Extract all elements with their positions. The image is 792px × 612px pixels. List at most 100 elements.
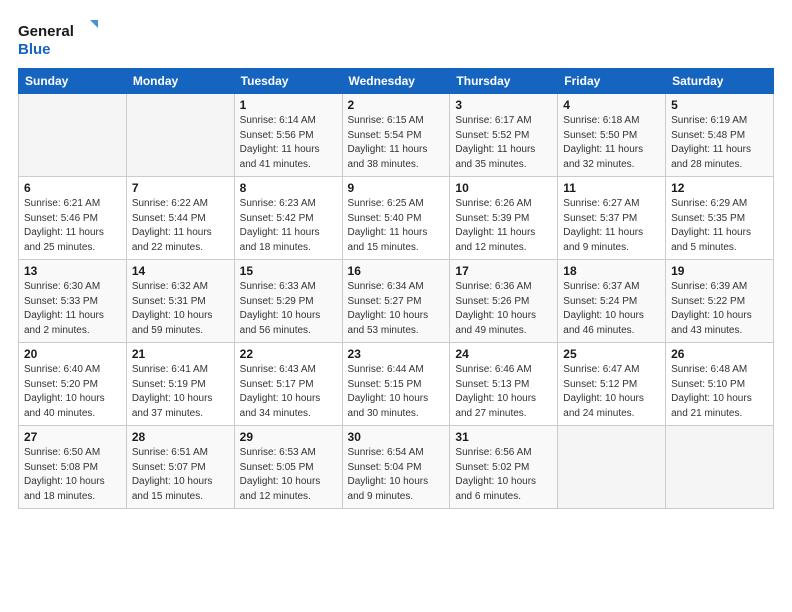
daylight: Daylight: 10 hours and 37 minutes.: [132, 393, 213, 419]
day-info: Sunrise: 6:17 AMSunset: 5:52 PMDaylight:…: [455, 114, 552, 172]
day-cell: 20Sunrise: 6:40 AMSunset: 5:20 PMDayligh…: [19, 343, 127, 426]
day-info: Sunrise: 6:26 AM Sunset: 5:39 PM Daylight:…: [455, 197, 552, 255]
sunrise: Sunrise: 6:33 AM: [240, 281, 316, 292]
sunrise: Sunrise: 6:37 AM: [563, 281, 639, 292]
sunset: Sunset: 5:24 PM: [563, 296, 637, 307]
daylight: Daylight: 11 hours and 28 minutes.: [671, 144, 751, 170]
day-cell: 28 Sunrise: 6:51 AMSunset: 5:07 PMDayligh…: [126, 426, 234, 509]
sunset: Sunset: 5:46 PM: [24, 213, 98, 224]
day-info: Sunrise: 6:18 AMSunset: 5:50 PMDaylight:…: [563, 114, 660, 172]
svg-text:General: General: [18, 23, 74, 40]
day-info: Sunrise: 6:48 AM Sunset: 5:10 PM Daylight:…: [671, 363, 768, 421]
sunset: Sunset: 5:19 PM: [132, 379, 206, 390]
logo: General Blue: [18, 18, 98, 58]
day-number: 30: [348, 430, 445, 444]
weekday-header-row: SundayMondayTuesdayWednesdayThursdayFrid…: [19, 69, 774, 94]
sunrise: Sunrise: 6:19 AM: [671, 115, 747, 126]
day-number: 5: [671, 98, 768, 112]
sunset: Sunset: 5:39 PM: [455, 213, 529, 224]
day-cell: 4 Sunrise: 6:18 AMSunset: 5:50 PMDaylight…: [558, 94, 666, 177]
day-info: Sunrise: 6:27 AMSunset: 5:37 PMDaylight:…: [563, 197, 660, 255]
day-cell: [666, 426, 774, 509]
weekday-tuesday: Tuesday: [234, 69, 342, 94]
daylight: Daylight: 10 hours and 34 minutes.: [240, 393, 321, 419]
day-number: 31: [455, 430, 552, 444]
day-cell: 16Sunrise: 6:34 AMSunset: 5:27 PMDayligh…: [342, 260, 450, 343]
day-number: 19: [671, 264, 768, 278]
day-number: 4: [563, 98, 660, 112]
day-number: 28: [132, 430, 229, 444]
sunrise: Sunrise: 6:51 AM: [132, 447, 208, 458]
day-number: 9: [348, 181, 445, 195]
sunset: Sunset: 5:05 PM: [240, 462, 314, 473]
day-cell: 11 Sunrise: 6:27 AMSunset: 5:37 PMDayligh…: [558, 177, 666, 260]
day-number: 11: [563, 181, 660, 195]
day-info: Sunrise: 6:51 AMSunset: 5:07 PMDaylight:…: [132, 446, 229, 504]
daylight: Daylight: 10 hours and 53 minutes.: [348, 310, 429, 336]
day-cell: 22Sunrise: 6:43 AMSunset: 5:17 PMDayligh…: [234, 343, 342, 426]
daylight: Daylight: 10 hours and 21 minutes.: [671, 393, 752, 419]
calendar-table: SundayMondayTuesdayWednesdayThursdayFrid…: [18, 68, 774, 509]
sunset: Sunset: 5:52 PM: [455, 130, 529, 141]
weekday-monday: Monday: [126, 69, 234, 94]
day-info: Sunrise: 6:56 AMSunset: 5:02 PMDaylight:…: [455, 446, 552, 504]
sunrise: Sunrise: 6:29 AM: [671, 198, 747, 209]
daylight: Daylight: 10 hours and 27 minutes.: [455, 393, 536, 419]
sunrise: Sunrise: 6:26 AM: [455, 198, 531, 209]
sunrise: Sunrise: 6:36 AM: [455, 281, 531, 292]
daylight: Daylight: 10 hours and 12 minutes.: [240, 476, 321, 502]
weekday-sunday: Sunday: [19, 69, 127, 94]
weekday-wednesday: Wednesday: [342, 69, 450, 94]
sunrise: Sunrise: 6:27 AM: [563, 198, 639, 209]
day-info: Sunrise: 6:34 AMSunset: 5:27 PMDaylight:…: [348, 280, 445, 338]
day-number: 7: [132, 181, 229, 195]
day-info: Sunrise: 6:23 AMSunset: 5:42 PMDaylight:…: [240, 197, 337, 255]
day-info: Sunrise: 6:47 AMSunset: 5:12 PMDaylight:…: [563, 363, 660, 421]
day-cell: 14Sunrise: 6:32 AMSunset: 5:31 PMDayligh…: [126, 260, 234, 343]
day-info: Sunrise: 6:32 AMSunset: 5:31 PMDaylight:…: [132, 280, 229, 338]
day-number: 8: [240, 181, 337, 195]
day-cell: 18Sunrise: 6:37 AMSunset: 5:24 PMDayligh…: [558, 260, 666, 343]
day-cell: 10Sunrise: 6:26 AMSunset: 5:39 PMDayligh…: [450, 177, 558, 260]
daylight: Daylight: 10 hours and 40 minutes.: [24, 393, 105, 419]
daylight: Daylight: 11 hours and 2 minutes.: [24, 310, 104, 336]
day-cell: [126, 94, 234, 177]
sunset: Sunset: 5:22 PM: [671, 296, 745, 307]
day-info: Sunrise: 6:54 AMSunset: 5:04 PMDaylight:…: [348, 446, 445, 504]
sunset: Sunset: 5:54 PM: [348, 130, 422, 141]
sunset: Sunset: 5:31 PM: [132, 296, 206, 307]
sunrise: Sunrise: 6:40 AM: [24, 364, 100, 375]
daylight: Daylight: 11 hours and 32 minutes.: [563, 144, 643, 170]
day-cell: 6Sunrise: 6:21 AMSunset: 5:46 PMDaylight…: [19, 177, 127, 260]
day-info: Sunrise: 6:40 AMSunset: 5:20 PMDaylight:…: [24, 363, 121, 421]
day-cell: 30 Sunrise: 6:54 AMSunset: 5:04 PMDayligh…: [342, 426, 450, 509]
week-row-0: 1Sunrise: 6:14 AMSunset: 5:56 PMDaylight…: [19, 94, 774, 177]
sunrise: Sunrise: 6:32 AM: [132, 281, 208, 292]
day-info: Sunrise: 6:50 AMSunset: 5:08 PMDaylight:…: [24, 446, 121, 504]
sunrise: Sunrise: 6:48 AM: [671, 364, 747, 375]
daylight: Daylight: 11 hours and 12 minutes.: [455, 227, 535, 253]
day-number: 27: [24, 430, 121, 444]
sunset: Sunset: 5:42 PM: [240, 213, 314, 224]
sunset: Sunset: 5:08 PM: [24, 462, 98, 473]
day-number: 26: [671, 347, 768, 361]
day-info: Sunrise: 6:44 AMSunset: 5:15 PMDaylight:…: [348, 363, 445, 421]
day-info: Sunrise: 6:25 AMSunset: 5:40 PMDaylight:…: [348, 197, 445, 255]
sunrise: Sunrise: 6:23 AM: [240, 198, 316, 209]
day-cell: [558, 426, 666, 509]
sunrise: Sunrise: 6:53 AM: [240, 447, 316, 458]
sunset: Sunset: 5:10 PM: [671, 379, 745, 390]
sunrise: Sunrise: 6:54 AM: [348, 447, 424, 458]
daylight: Daylight: 11 hours and 9 minutes.: [563, 227, 643, 253]
day-cell: 2Sunrise: 6:15 AMSunset: 5:54 PMDaylight…: [342, 94, 450, 177]
sunrise: Sunrise: 6:34 AM: [348, 281, 424, 292]
day-cell: 21Sunrise: 6:41 AMSunset: 5:19 PMDayligh…: [126, 343, 234, 426]
day-info: Sunrise: 6:36 AMSunset: 5:26 PMDaylight:…: [455, 280, 552, 338]
day-cell: 13Sunrise: 6:30 AMSunset: 5:33 PMDayligh…: [19, 260, 127, 343]
day-number: 2: [348, 98, 445, 112]
day-info: Sunrise: 6:14 AMSunset: 5:56 PMDaylight:…: [240, 114, 337, 172]
daylight: Daylight: 10 hours and 43 minutes.: [671, 310, 752, 336]
sunset: Sunset: 5:02 PM: [455, 462, 529, 473]
day-cell: 9 Sunrise: 6:25 AMSunset: 5:40 PMDaylight…: [342, 177, 450, 260]
day-number: 23: [348, 347, 445, 361]
